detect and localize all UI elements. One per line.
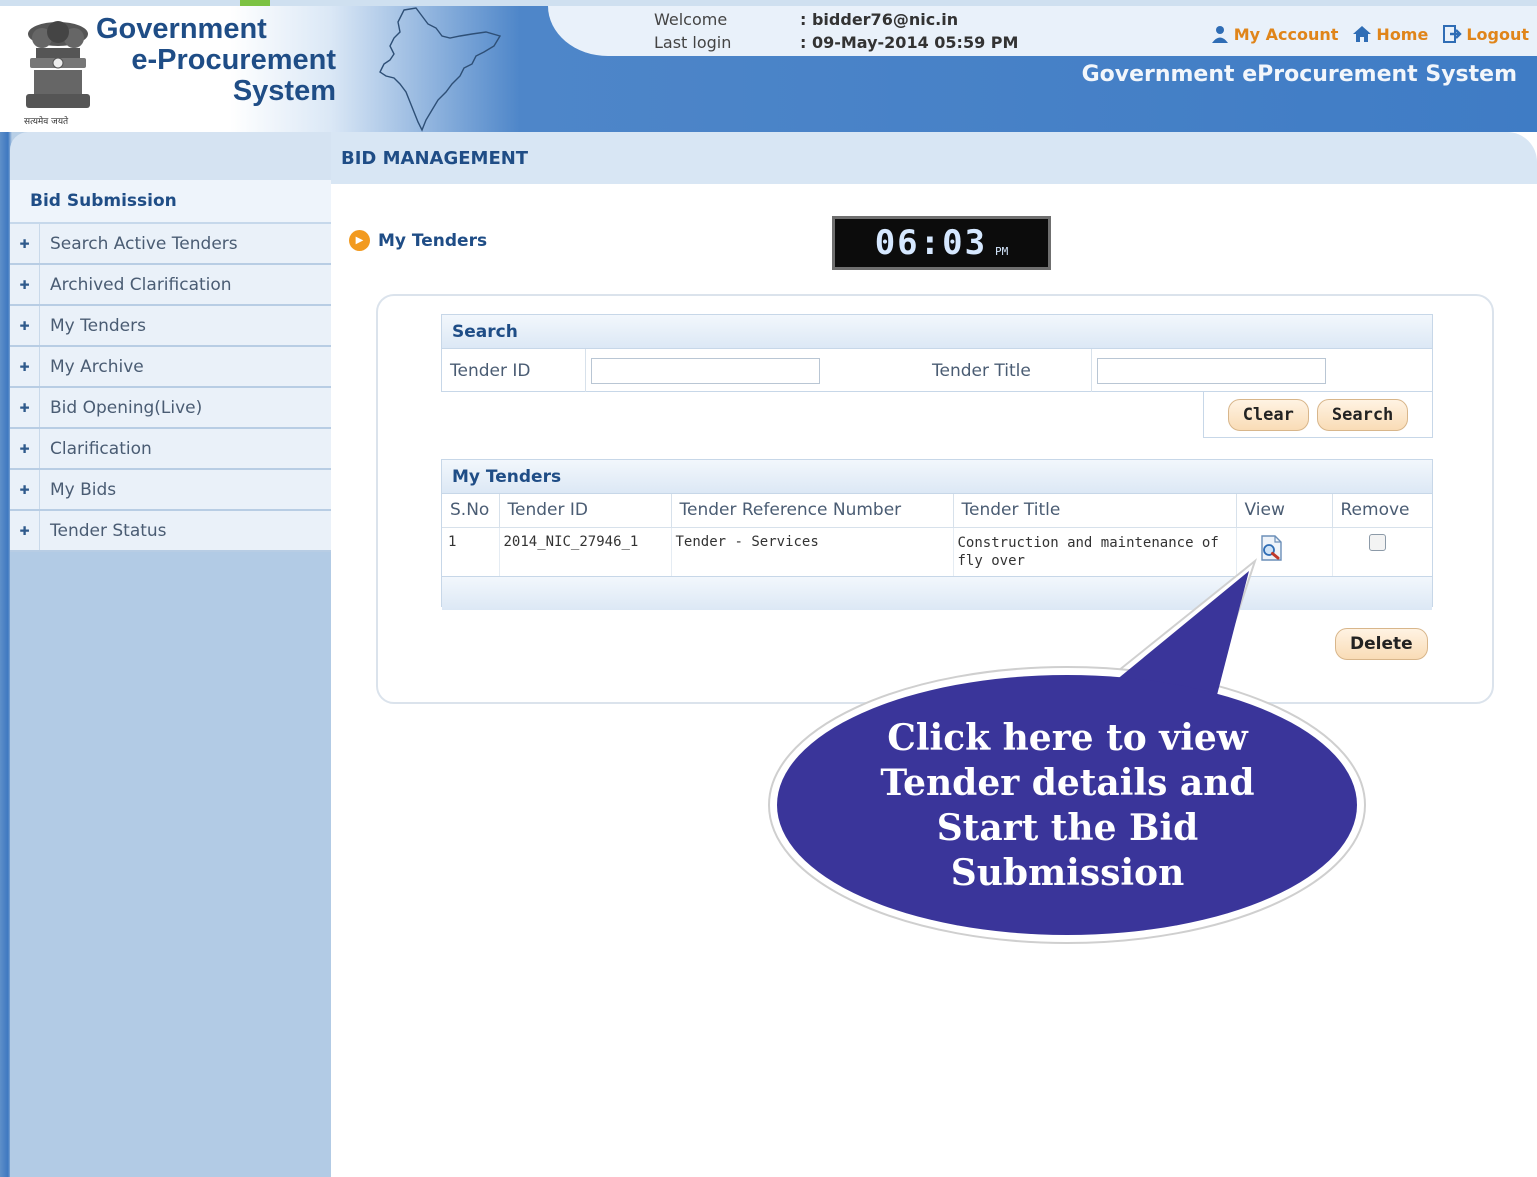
sidebar-item-tender-status[interactable]: ✚ Tender Status (10, 511, 331, 552)
search-panel: Search Tender ID Tender Title (441, 314, 1433, 392)
column-header: Remove (1332, 494, 1432, 528)
user-icon (1211, 26, 1228, 43)
section-title: ▶ My Tenders (349, 230, 487, 251)
sidebar-item-label: My Bids (50, 479, 117, 500)
arrow-right-icon: ✚ (10, 265, 40, 304)
clear-button[interactable]: Clear (1227, 398, 1309, 431)
logo-line-1: Government (96, 13, 267, 45)
last-login-value: : 09-May-2014 05:59 PM (800, 33, 1019, 52)
column-header: Tender Reference Number (671, 494, 954, 528)
last-login-label: Last login (654, 33, 732, 52)
sidebar-item-label: Clarification (50, 438, 152, 459)
national-emblem-logo: सत्यमेव जयते (24, 21, 90, 127)
sidebar-heading: Bid Submission (10, 180, 331, 224)
sidebar-item-label: Tender Status (50, 520, 167, 541)
search-button[interactable]: Search (1316, 398, 1409, 431)
sidebar-item-label: Bid Opening(Live) (50, 397, 203, 418)
header: सत्यमेव जयते Government e-Procurement Sy… (0, 0, 1537, 132)
sidebar-menu: ✚ Search Active Tenders ✚ Archived Clari… (10, 224, 331, 552)
sidebar-item-label: My Archive (50, 356, 144, 377)
column-header: Tender ID (499, 494, 672, 528)
tender-id-label: Tender ID (450, 360, 531, 381)
home-icon (1353, 26, 1372, 42)
callout-line: Click here to view (887, 717, 1248, 759)
home-link[interactable]: Home (1352, 24, 1428, 44)
search-heading: Search (442, 315, 1432, 349)
home-label: Home (1376, 24, 1429, 44)
sidebar-item-label: Search Active Tenders (50, 233, 238, 254)
page-title: BID MANAGEMENT (331, 132, 1537, 184)
callout-line: Start the Bid (936, 807, 1199, 849)
india-map-outline (379, 7, 502, 132)
welcome-label: Welcome (654, 10, 728, 29)
arrow-right-icon: ✚ (10, 306, 40, 345)
sidebar: Bid Submission ✚ Search Active Tenders ✚… (10, 132, 331, 1177)
logout-icon (1443, 25, 1463, 43)
logo-line-2: e-Procurement (131, 44, 336, 76)
column-header: S.No (442, 494, 500, 528)
top-links: My Account Home Logout (1210, 24, 1529, 44)
callout-line: Tender details and (880, 762, 1255, 804)
section-title-text: My Tenders (378, 230, 488, 251)
system-title: Government eProcurement System (1081, 62, 1517, 87)
column-header: View (1236, 494, 1333, 528)
column-header: Tender Title (953, 494, 1237, 528)
tender-title-input[interactable] (1097, 357, 1326, 384)
cell-sno: 1 (442, 527, 500, 576)
table-header-row: S.No Tender ID Tender Reference Number T… (442, 494, 1432, 528)
callout-text: Click here to view Tender details and St… (800, 716, 1335, 896)
tender-title-label: Tender Title (932, 360, 1031, 381)
search-row: Tender ID Tender Title (442, 349, 1432, 392)
sidebar-item-search-active-tenders[interactable]: ✚ Search Active Tenders (10, 224, 331, 265)
logo-line-3: System (232, 75, 336, 107)
search-buttons: Clear Search (1203, 392, 1433, 438)
my-account-label: My Account (1233, 24, 1339, 44)
sidebar-item-label: My Tenders (50, 315, 146, 336)
digital-clock: 06:03 PM (832, 216, 1051, 270)
sidebar-top (10, 132, 331, 180)
tender-title-label-cell: Tender Title (932, 349, 1092, 392)
arrow-right-icon: ✚ (10, 347, 40, 386)
site-logo-text: Government e-Procurement System (96, 14, 336, 107)
arrow-bullet-icon: ▶ (349, 230, 370, 251)
clock-ampm: PM (995, 244, 1009, 258)
arrow-right-icon: ✚ (10, 470, 40, 509)
sidebar-item-my-tenders[interactable]: ✚ My Tenders (10, 306, 331, 347)
logout-link[interactable]: Logout (1442, 24, 1529, 44)
callout-line: Submission (950, 852, 1185, 894)
sidebar-item-archived-clarification[interactable]: ✚ Archived Clarification (10, 265, 331, 306)
welcome-panel: Welcome : bidder76@nic.in Last login : 0… (548, 6, 1537, 56)
tender-id-input[interactable] (591, 357, 820, 384)
sidebar-item-my-archive[interactable]: ✚ My Archive (10, 347, 331, 388)
sidebar-item-bid-opening-live[interactable]: ✚ Bid Opening(Live) (10, 388, 331, 429)
arrow-right-icon: ✚ (10, 388, 40, 427)
cell-tender-id: 2014_NIC_27946_1 (499, 527, 672, 576)
clock-time: 06:03 (874, 223, 988, 263)
emblem-motto: सत्यमेव जयते (24, 115, 69, 127)
top-strip-accent (240, 0, 270, 6)
sidebar-item-my-bids[interactable]: ✚ My Bids (10, 470, 331, 511)
my-account-link[interactable]: My Account (1210, 24, 1339, 44)
my-tenders-heading: My Tenders (442, 460, 1432, 494)
sidebar-item-label: Archived Clarification (50, 274, 232, 295)
welcome-user: : bidder76@nic.in (800, 10, 959, 29)
remove-checkbox[interactable] (1368, 533, 1386, 551)
arrow-right-icon: ✚ (10, 224, 40, 263)
sidebar-item-clarification[interactable]: ✚ Clarification (10, 429, 331, 470)
arrow-right-icon: ✚ (10, 511, 40, 550)
tender-id-label-cell: Tender ID (442, 349, 586, 392)
logout-label: Logout (1466, 24, 1529, 44)
arrow-right-icon: ✚ (10, 429, 40, 468)
